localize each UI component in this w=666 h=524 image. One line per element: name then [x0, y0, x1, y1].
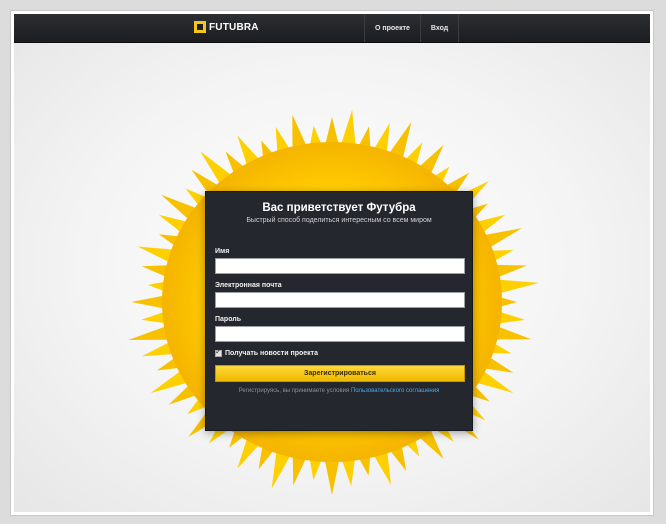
email-field[interactable] — [215, 292, 465, 308]
logo-icon — [194, 21, 206, 33]
name-field[interactable] — [215, 258, 465, 274]
terms-notice: Регистрируясь, вы принимаете условия Пол… — [215, 388, 463, 394]
signup-title: Вас приветствует Футубра — [262, 202, 416, 214]
register-button[interactable]: Зарегистрироваться — [215, 365, 465, 382]
newsletter-row: Получать новости проекта — [215, 347, 463, 357]
nav-link-login[interactable]: Вход — [419, 14, 460, 42]
password-field[interactable] — [215, 326, 465, 342]
name-label: Имя — [215, 248, 230, 255]
browser-viewport: FUTUBRA О проекте Вход Вас приветствует … — [14, 14, 650, 512]
top-navbar: FUTUBRA О проекте Вход — [14, 14, 650, 43]
terms-link[interactable]: Пользовательского соглашения — [351, 388, 439, 394]
signup-subtitle: Быстрый способ поделиться интересным со … — [246, 217, 432, 224]
email-label: Электронная почта — [215, 282, 282, 289]
signup-card: Вас приветствует Футубра Быстрый способ … — [205, 191, 473, 431]
password-label: Пароль — [215, 316, 242, 323]
newsletter-checkbox[interactable] — [215, 347, 222, 357]
terms-text: Регистрируясь, вы принимаете условия — [238, 388, 351, 394]
logo-text: FUTUBRA — [209, 21, 259, 33]
logo[interactable]: FUTUBRA — [194, 21, 259, 33]
newsletter-label: Получать новости проекта — [225, 350, 318, 357]
nav-links: О проекте Вход — [364, 14, 460, 42]
nav-link-about[interactable]: О проекте — [364, 14, 420, 42]
